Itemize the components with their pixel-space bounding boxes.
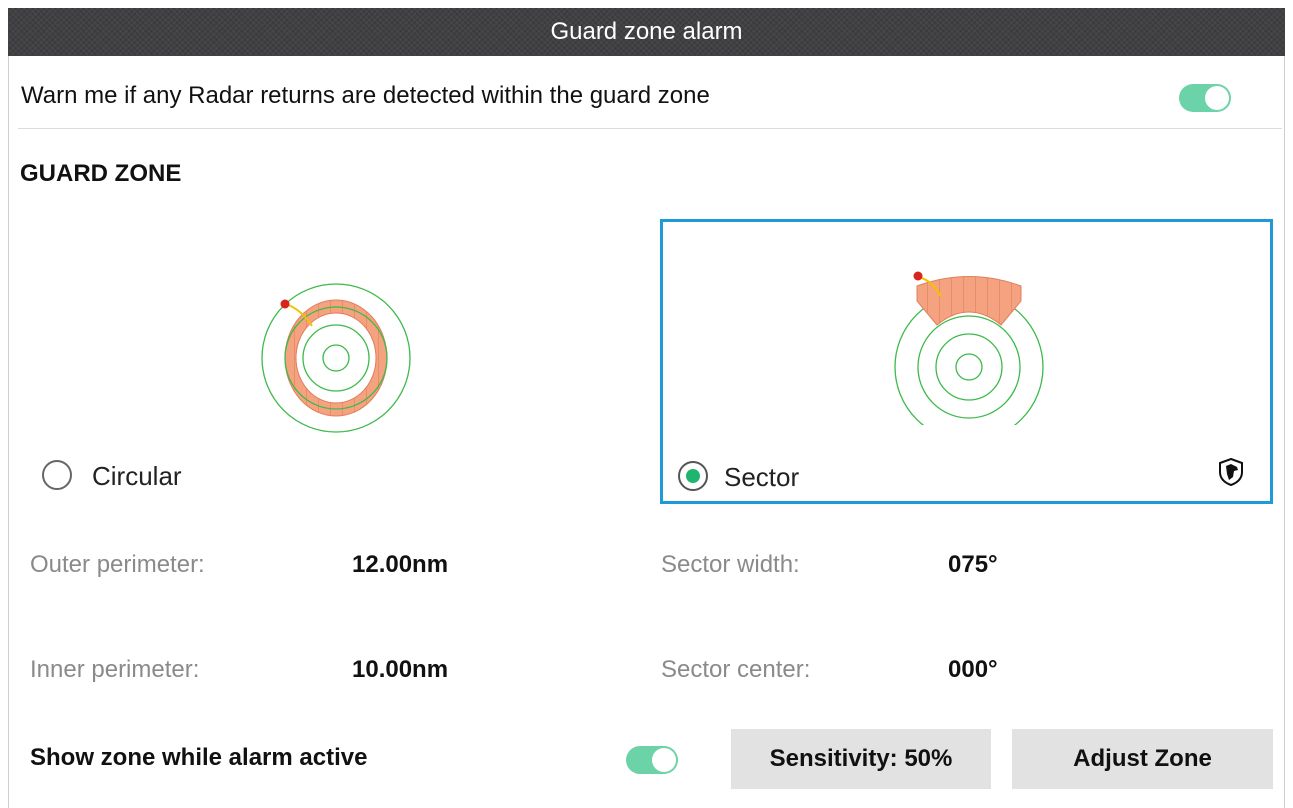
circular-radio[interactable] bbox=[42, 460, 72, 490]
sector-center-label: Sector center: bbox=[661, 656, 811, 683]
inner-perimeter-label: Inner perimeter: bbox=[30, 656, 200, 683]
radio-selected-dot bbox=[686, 469, 700, 483]
sector-zone-illustration bbox=[894, 271, 1044, 425]
sector-center-value[interactable]: 000° bbox=[948, 656, 998, 684]
divider bbox=[18, 128, 1282, 129]
sector-option[interactable]: Sector bbox=[660, 219, 1273, 504]
sector-width-value[interactable]: 075° bbox=[948, 551, 998, 579]
circular-label: Circular bbox=[92, 461, 182, 491]
frame-border-right bbox=[1284, 56, 1285, 808]
frame-border-left bbox=[8, 56, 9, 808]
toggle-knob bbox=[652, 748, 676, 772]
sector-label: Sector bbox=[724, 462, 800, 492]
dialog-title-bar: Guard zone alarm bbox=[8, 8, 1285, 56]
adjust-zone-button[interactable]: Adjust Zone bbox=[1012, 729, 1273, 789]
inner-perimeter-value[interactable]: 10.00nm bbox=[352, 656, 448, 684]
outer-perimeter-value[interactable]: 12.00nm bbox=[352, 551, 448, 579]
toggle-knob bbox=[1205, 86, 1229, 110]
sector-radio[interactable] bbox=[678, 461, 708, 491]
dog-head-shield-icon bbox=[1219, 458, 1243, 486]
dialog-title: Guard zone alarm bbox=[550, 18, 743, 45]
sector-width-label: Sector width: bbox=[661, 551, 800, 578]
circular-zone-illustration bbox=[261, 283, 411, 433]
guard-zone-section-title: GUARD ZONE bbox=[20, 160, 182, 187]
show-zone-label: Show zone while alarm active bbox=[30, 744, 368, 771]
outer-perimeter-label: Outer perimeter: bbox=[30, 551, 205, 578]
warn-label: Warn me if any Radar returns are detecte… bbox=[21, 82, 710, 109]
warn-toggle[interactable] bbox=[1179, 84, 1231, 112]
circular-option[interactable]: Circular bbox=[30, 220, 630, 502]
sensitivity-button[interactable]: Sensitivity: 50% bbox=[731, 729, 991, 789]
warn-row: Warn me if any Radar returns are detecte… bbox=[9, 56, 1284, 130]
show-zone-toggle[interactable] bbox=[626, 746, 678, 774]
